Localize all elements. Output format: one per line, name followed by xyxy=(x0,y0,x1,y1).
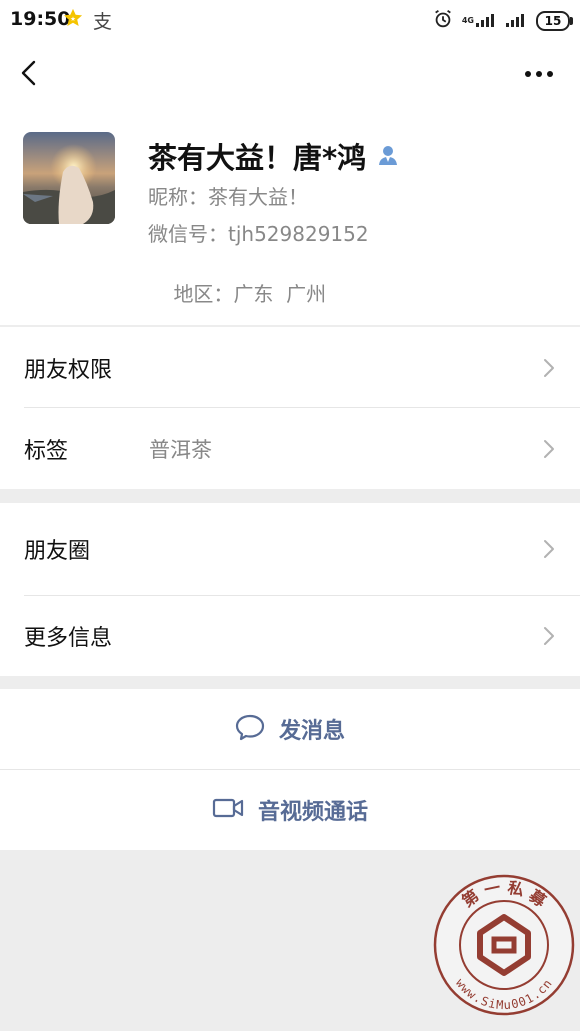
verified-user-icon xyxy=(376,143,400,171)
settings-section: 朋友权限 标签 普洱茶 xyxy=(0,327,580,489)
back-button[interactable] xyxy=(14,58,44,88)
more-info-row[interactable]: 更多信息 xyxy=(0,595,580,676)
region-line: 地区：广东 广州 xyxy=(148,254,326,331)
nickname-value: 茶有大益！ xyxy=(208,185,308,209)
actions-section: 发消息 音视频通话 xyxy=(0,689,580,850)
avatar[interactable] xyxy=(23,132,115,224)
nickname-label: 昵称： xyxy=(148,185,208,209)
send-message-button[interactable]: 发消息 xyxy=(0,689,580,769)
star-icon: ★ xyxy=(62,7,84,33)
chevron-right-icon xyxy=(543,539,555,563)
video-call-button[interactable]: 音视频通话 xyxy=(0,770,580,850)
network-type: 4G xyxy=(461,16,474,25)
friend-permissions-label: 朋友权限 xyxy=(24,357,113,383)
wechat-id-line: 微信号：tjh529829152 xyxy=(148,218,369,247)
signal-icon-2 xyxy=(506,11,528,31)
profile-header: 茶有大益！唐*鸿 昵称：茶有大益！ 微信号：tjh529829152 地区：广东… xyxy=(0,40,580,325)
wechat-id-value: tjh529829152 xyxy=(228,222,369,246)
friend-permissions-row[interactable]: 朋友权限 xyxy=(0,327,580,408)
chevron-right-icon xyxy=(543,439,555,463)
region-value: 广东 广州 xyxy=(233,282,327,306)
signal-icon xyxy=(476,11,498,31)
more-icon xyxy=(525,71,553,77)
wechat-id-label: 微信号： xyxy=(148,222,228,246)
send-message-label: 发消息 xyxy=(278,719,345,744)
video-camera-icon xyxy=(212,797,244,823)
more-info-label: 更多信息 xyxy=(24,625,113,651)
tags-label: 标签 xyxy=(24,438,69,464)
tags-row[interactable]: 标签 普洱茶 xyxy=(0,408,580,489)
video-call-label: 音视频通话 xyxy=(257,800,368,825)
back-icon xyxy=(21,60,36,86)
nickname-line: 昵称：茶有大益！ xyxy=(148,181,308,210)
tags-value: 普洱茶 xyxy=(149,437,212,462)
battery-indicator: 15 xyxy=(536,11,573,31)
name-row: 茶有大益！唐*鸿 xyxy=(148,135,400,177)
alarm-icon xyxy=(432,8,454,34)
svg-text:★: ★ xyxy=(70,15,76,23)
status-bar: 19:50 ★ 支 4G 15 xyxy=(0,0,580,40)
watermark-stamp: 第 一 私 募 www.SiMu001.cn xyxy=(432,873,576,1017)
profile-name: 茶有大益！唐*鸿 xyxy=(148,141,367,175)
region-label: 地区： xyxy=(173,282,234,306)
more-button[interactable] xyxy=(522,66,558,82)
moments-label: 朋友圈 xyxy=(24,539,91,564)
chevron-right-icon xyxy=(543,626,555,650)
moments-section: 朋友圈 更多信息 xyxy=(0,503,580,676)
payment-app-icon: 支 xyxy=(93,11,113,33)
chat-bubble-icon xyxy=(235,713,265,745)
moments-row[interactable]: 朋友圈 xyxy=(0,503,580,595)
chevron-right-icon xyxy=(543,358,555,382)
